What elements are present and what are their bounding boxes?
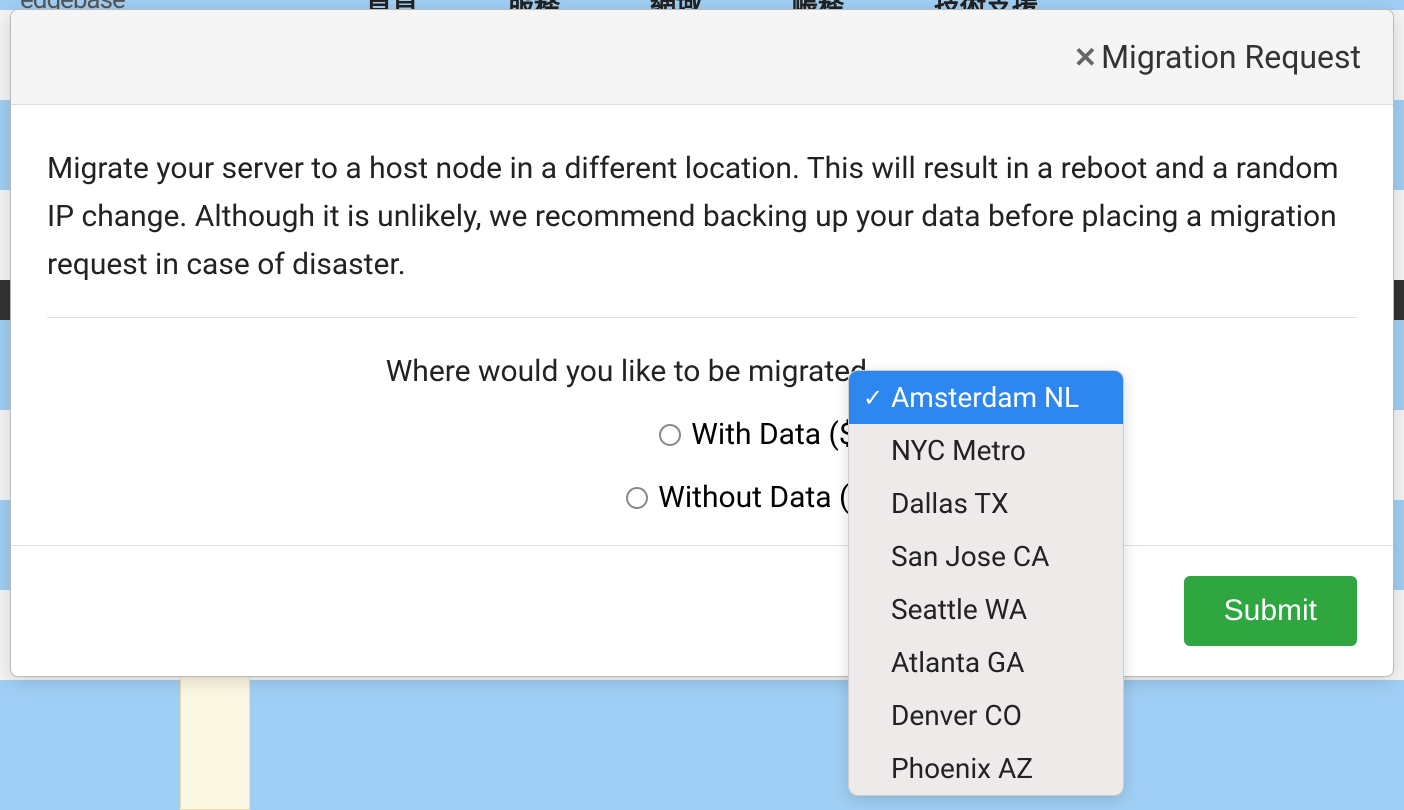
dropdown-option-nyc[interactable]: NYC Metro (849, 424, 1123, 477)
dropdown-option-denver[interactable]: Denver CO (849, 689, 1123, 742)
migration-modal: ✕ Migration Request Migrate your server … (10, 9, 1394, 677)
dropdown-option-seattle[interactable]: Seattle WA (849, 583, 1123, 636)
without-data-radio[interactable]: Without Data ($3 (47, 480, 883, 515)
dropdown-option-phoenix[interactable]: Phoenix AZ (849, 742, 1123, 795)
dropdown-option-sanjose[interactable]: San Jose CA (849, 530, 1123, 583)
modal-body: Migrate your server to a host node in a … (11, 105, 1393, 545)
location-dropdown-menu[interactable]: Amsterdam NL NYC Metro Dallas TX San Jos… (848, 370, 1124, 796)
radio-icon (659, 424, 681, 446)
location-question-label: Where would you like to be migrated (47, 354, 883, 389)
with-data-radio[interactable]: With Data ($5) (47, 417, 883, 452)
divider (47, 317, 1357, 318)
close-icon[interactable]: ✕ (1074, 41, 1097, 74)
modal-header: ✕ Migration Request (11, 10, 1393, 105)
data-option-radio-group: With Data ($5) Without Data ($3 (47, 417, 1357, 515)
modal-title: Migration Request (1101, 38, 1361, 76)
submit-button[interactable]: Submit (1184, 576, 1357, 646)
radio-icon (626, 487, 648, 509)
dropdown-option-atlanta[interactable]: Atlanta GA (849, 636, 1123, 689)
dropdown-option-amsterdam[interactable]: Amsterdam NL (849, 371, 1123, 424)
modal-footer: Submit (11, 545, 1393, 676)
dropdown-option-dallas[interactable]: Dallas TX (849, 477, 1123, 530)
migration-description: Migrate your server to a host node in a … (47, 145, 1357, 289)
